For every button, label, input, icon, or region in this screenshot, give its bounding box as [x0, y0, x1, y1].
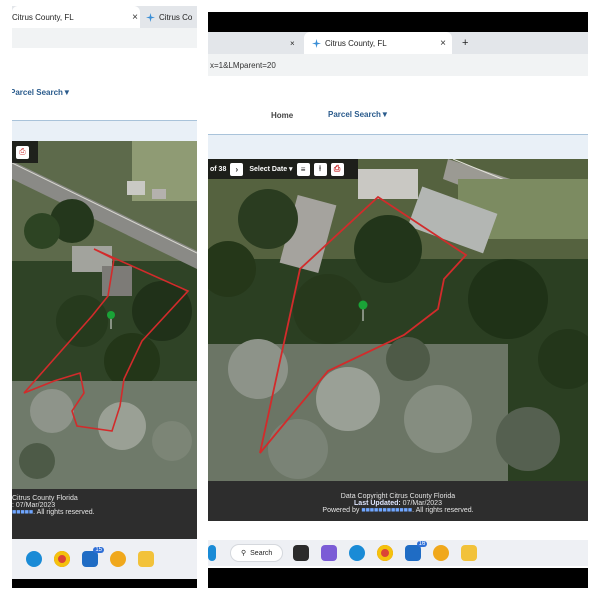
- start-button-icon[interactable]: [208, 545, 216, 561]
- header-band: [208, 135, 588, 159]
- page-count: of 38: [210, 165, 227, 173]
- chrome-browser-icon[interactable]: [54, 551, 70, 567]
- pdf-export-icon[interactable]: ⎙: [330, 162, 344, 176]
- teams-chat-icon[interactable]: [321, 545, 338, 561]
- screenshot-collage: Citrus County, FL × Citrus Co Parcel Sea…: [0, 0, 600, 600]
- header-band: [12, 121, 197, 141]
- layers-icon[interactable]: ≡: [296, 162, 310, 176]
- address-bar[interactable]: x=1&LMparent=20: [208, 54, 588, 76]
- tab-title: Citrus County, FL: [12, 12, 74, 22]
- site-footer: Data Copyright Citrus County Florida Las…: [208, 481, 588, 521]
- outlook-icon[interactable]: 16: [405, 541, 428, 561]
- notification-badge: 15: [93, 547, 104, 553]
- site-header: Parcel Search▼: [12, 48, 197, 120]
- aerial-map-left[interactable]: ⎙: [12, 141, 197, 489]
- outlook-icon[interactable]: 15: [82, 547, 104, 567]
- pdf-export-icon[interactable]: ⎙: [16, 145, 29, 159]
- aerial-imagery: [208, 159, 588, 481]
- footer-updated: : 07/Mar/2023: [12, 502, 56, 509]
- file-explorer-icon[interactable]: [461, 545, 478, 561]
- footer-link[interactable]: ■■■■■: [12, 509, 33, 516]
- map-toolbar-left: ⎙: [12, 141, 38, 163]
- nav-parcel-search[interactable]: Parcel Search▼: [12, 88, 71, 97]
- search-label: Search: [250, 549, 273, 557]
- tab-close-icon[interactable]: ×: [440, 38, 446, 49]
- nav-home[interactable]: Home: [271, 111, 293, 120]
- right-screenshot: × Citrus County, FL × + x=1&LMparent=20 …: [208, 12, 588, 588]
- tab-citrus-county-2[interactable]: Citrus Co: [146, 6, 197, 28]
- address-bar[interactable]: [12, 28, 197, 48]
- edge-browser-icon[interactable]: [26, 551, 42, 567]
- select-date-dropdown[interactable]: Select Date ▾: [249, 165, 292, 173]
- aerial-imagery: [12, 141, 197, 489]
- file-explorer-icon[interactable]: [138, 551, 154, 567]
- footer-rights: . All rights reserved.: [412, 507, 474, 514]
- site-header: Home Parcel Search▼: [208, 76, 588, 134]
- aerial-map-right[interactable]: of 38 › Select Date ▾ ≡ ⍿ ⎙: [208, 159, 588, 481]
- footer-copyright: Data Copyright Citrus County Florida: [340, 493, 456, 500]
- tab-title: Citrus Co: [159, 12, 193, 22]
- search-icon: ⚲: [241, 550, 247, 557]
- nav-parcel-search[interactable]: Parcel Search▼: [328, 110, 389, 119]
- footer-copyright: Citrus County Florida: [12, 495, 78, 502]
- chrome-browser-icon[interactable]: [377, 545, 394, 561]
- screen-bezel-top: [208, 12, 588, 32]
- windows-taskbar: 15: [12, 539, 197, 579]
- screen-bezel: [208, 568, 588, 588]
- tab-close-icon[interactable]: ×: [290, 32, 302, 54]
- footer-spacer: [12, 527, 197, 539]
- county-favicon-icon: [146, 12, 155, 22]
- footer-updated-label: Last Updated:: [354, 500, 401, 507]
- canary-browser-icon[interactable]: [433, 545, 450, 561]
- canary-browser-icon[interactable]: [110, 551, 126, 567]
- edge-browser-icon[interactable]: [349, 545, 366, 561]
- footer-updated-value: 07/Mar/2023: [402, 500, 442, 507]
- tab-close-icon[interactable]: ×: [132, 12, 138, 23]
- footer-rights: . All rights reserved.: [33, 509, 95, 516]
- address-text: x=1&LMparent=20: [210, 60, 276, 70]
- task-view-icon[interactable]: [293, 545, 310, 561]
- footer-link[interactable]: ■■■■■■■■■■■■: [361, 507, 412, 514]
- county-favicon-icon: [312, 38, 321, 48]
- tab-citrus-county[interactable]: Citrus County, FL ×: [304, 32, 452, 54]
- map-toolbar: of 38 › Select Date ▾ ≡ ⍿ ⎙: [208, 159, 358, 179]
- pin-tool-icon[interactable]: ⍿: [313, 162, 327, 176]
- windows-taskbar: ⚲ Search 16: [208, 540, 588, 566]
- new-tab-button[interactable]: +: [462, 32, 468, 54]
- notification-badge: 16: [416, 541, 428, 547]
- tab-title: Citrus County, FL: [325, 38, 387, 48]
- taskbar-search[interactable]: ⚲ Search: [230, 544, 284, 562]
- site-footer: Citrus County Florida : 07/Mar/2023 ■■■■…: [12, 489, 197, 527]
- footer-powered-by: Powered by: [322, 507, 360, 514]
- next-page-button[interactable]: ›: [230, 162, 244, 176]
- browser-tab-bar: Citrus County, FL × Citrus Co: [12, 6, 197, 28]
- tab-citrus-county[interactable]: Citrus County, FL ×: [12, 6, 140, 28]
- browser-tab-bar: × Citrus County, FL × +: [208, 32, 588, 54]
- left-screenshot: Citrus County, FL × Citrus Co Parcel Sea…: [12, 6, 197, 588]
- screen-bezel: [12, 579, 197, 588]
